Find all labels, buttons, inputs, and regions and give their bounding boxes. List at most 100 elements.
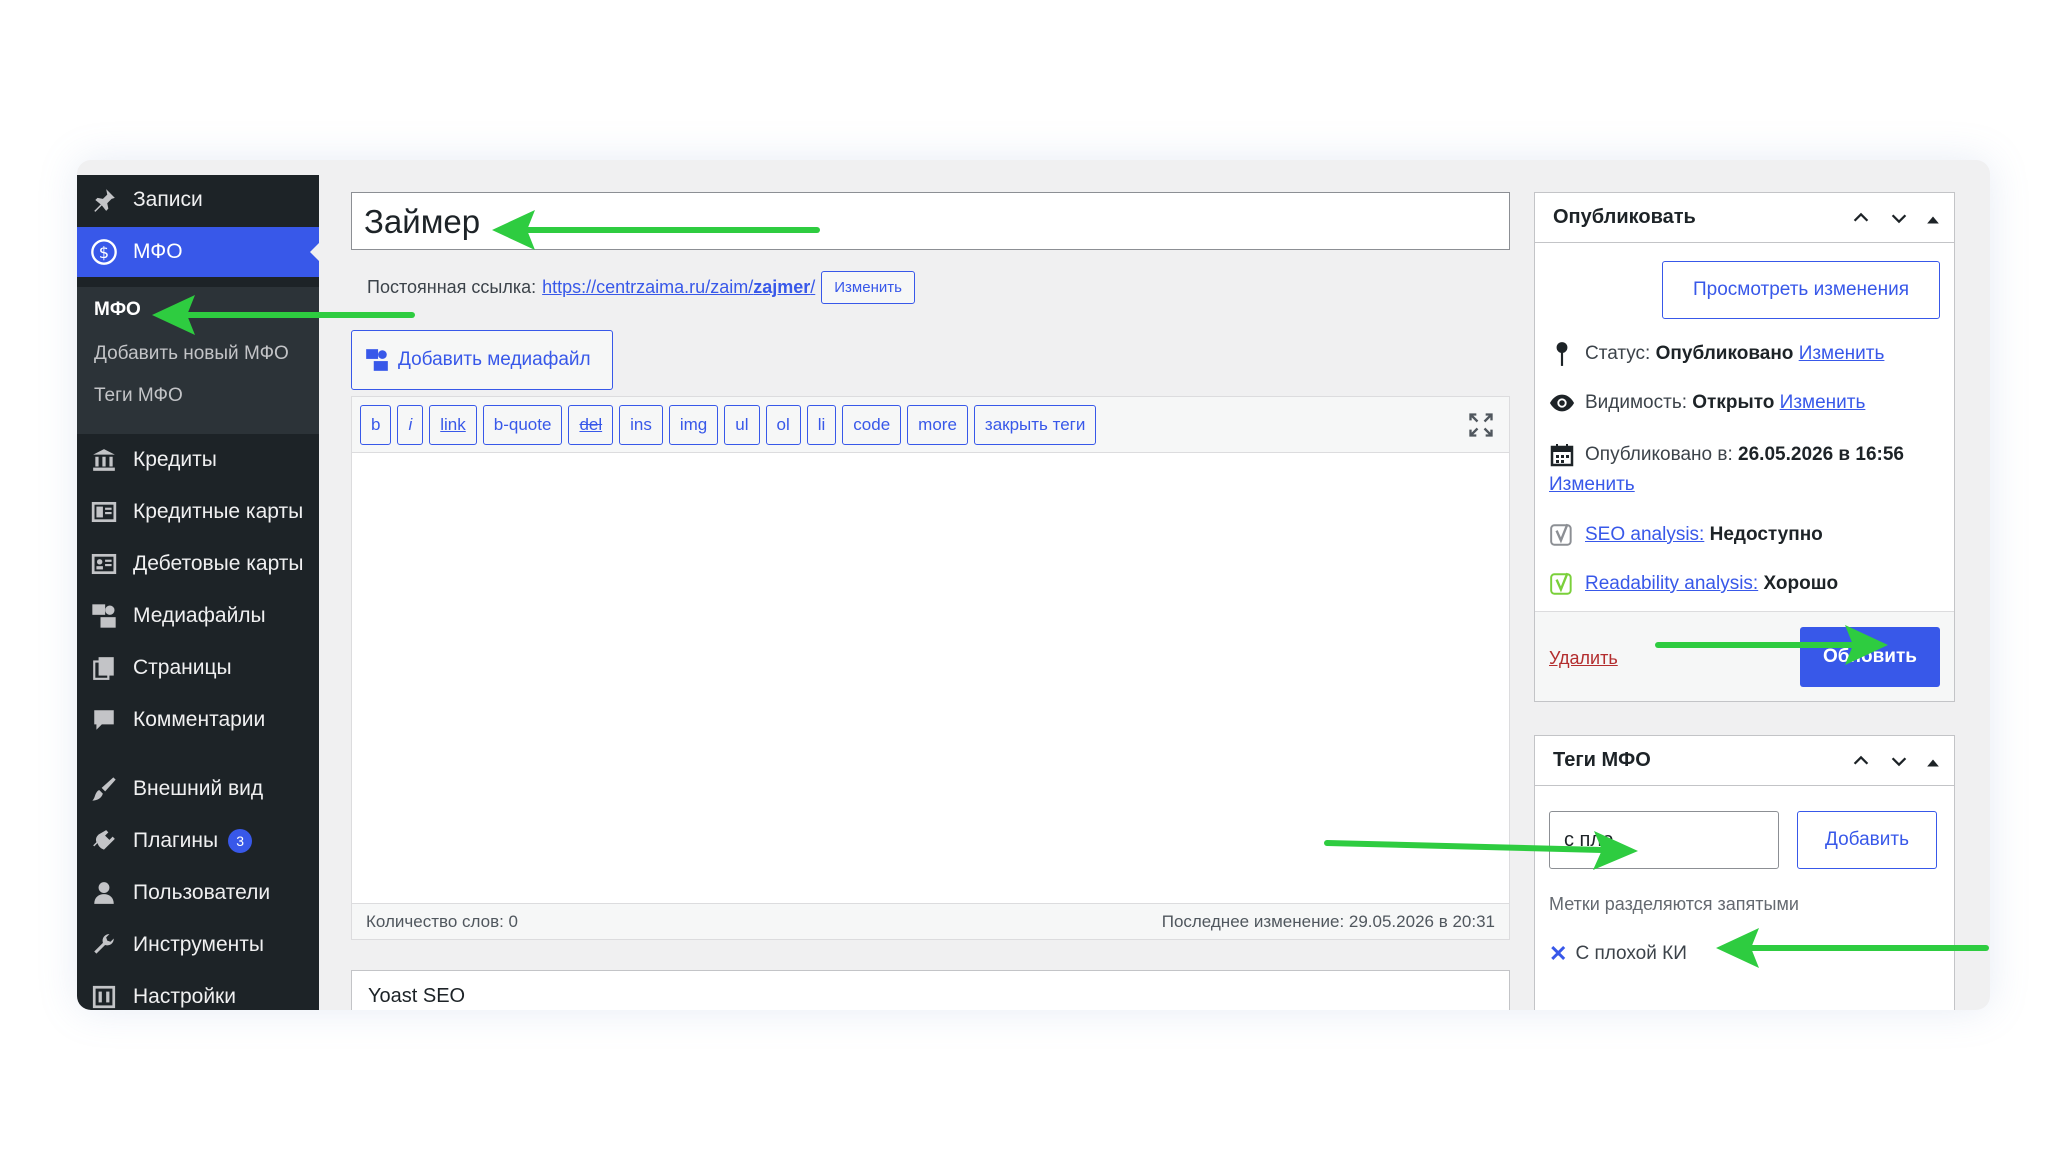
sidebar-item-credits[interactable]: Кредиты bbox=[77, 435, 319, 485]
yoast-readability-icon bbox=[1549, 571, 1575, 597]
chevron-up-icon[interactable] bbox=[1850, 207, 1872, 235]
sidebar-item-label: Инструменты bbox=[133, 933, 264, 956]
qt-img-button[interactable]: img bbox=[668, 404, 719, 445]
sidebar-item-comments[interactable]: Комментарии bbox=[77, 695, 319, 745]
eye-icon bbox=[1549, 393, 1575, 413]
annotation-arrow-tag-chip bbox=[1716, 928, 1989, 968]
settings-icon bbox=[89, 982, 119, 1010]
edit-slug-button[interactable]: Изменить bbox=[821, 271, 915, 304]
card-icon bbox=[89, 497, 119, 527]
remove-tag-icon[interactable]: ✕ bbox=[1549, 941, 1567, 967]
sidebar-item-appearance[interactable]: Внешний вид bbox=[77, 764, 319, 814]
sidebar-item-pages[interactable]: Страницы bbox=[77, 643, 319, 693]
published-date-row: Опубликовано в: 26.05.2026 в 16:56 bbox=[1549, 443, 1904, 467]
yoast-seo-metabox[interactable]: Yoast SEO bbox=[351, 970, 1510, 1010]
seo-row: SEO analysis: Недоступно bbox=[1549, 522, 1823, 548]
sidebar-item-users[interactable]: Пользователи bbox=[77, 868, 319, 918]
chevron-down-icon[interactable] bbox=[1888, 207, 1910, 235]
chevron-down-icon[interactable] bbox=[1888, 750, 1910, 778]
qt-code-button[interactable]: code bbox=[842, 404, 902, 445]
key-icon bbox=[1549, 341, 1575, 367]
user-icon bbox=[89, 878, 119, 908]
edit-visibility-link[interactable]: Изменить bbox=[1780, 392, 1866, 414]
svg-text:$: $ bbox=[99, 243, 109, 262]
tag-chip-label: С плохой КИ bbox=[1575, 943, 1687, 964]
qt-link-button[interactable]: link bbox=[429, 404, 477, 445]
comment-icon bbox=[89, 705, 119, 735]
sidebar-item-settings[interactable]: Настройки bbox=[77, 972, 319, 1010]
calendar-icon bbox=[1549, 443, 1575, 467]
readability-analysis-link[interactable]: Readability analysis: bbox=[1585, 573, 1758, 595]
sidebar-item-label: МФО bbox=[133, 240, 183, 263]
sidebar-item-label: Плагины bbox=[133, 829, 219, 852]
qt-bquote-button[interactable]: b-quote bbox=[482, 404, 563, 445]
sidebar-item-label: Настройки bbox=[133, 985, 236, 1008]
sidebar-item-credit-cards[interactable]: Кредитные карты bbox=[77, 487, 319, 537]
dollar-icon: $ bbox=[89, 237, 119, 267]
brush-icon bbox=[89, 774, 119, 804]
publish-box-title: Опубликовать bbox=[1553, 206, 1696, 228]
edit-status-link[interactable]: Изменить bbox=[1799, 343, 1885, 365]
plugin-icon bbox=[89, 826, 119, 856]
add-tag-button[interactable]: Добавить bbox=[1797, 811, 1937, 869]
annotation-arrow-title bbox=[492, 210, 820, 250]
sidebar-item-posts[interactable]: Записи bbox=[77, 175, 319, 225]
preview-changes-button[interactable]: Просмотреть изменения bbox=[1662, 261, 1940, 319]
media-icon bbox=[89, 601, 119, 631]
qt-italic-button[interactable]: i bbox=[397, 404, 424, 445]
tags-box-title: Теги МФО bbox=[1553, 749, 1651, 771]
yoast-seo-icon bbox=[1549, 522, 1575, 548]
qt-ol-button[interactable]: ol bbox=[765, 404, 801, 445]
sidebar-item-label: Дебетовые карты bbox=[133, 552, 304, 575]
submenu-item-tags[interactable]: Теги МФО bbox=[94, 385, 183, 407]
sidebar-item-debit-cards[interactable]: Дебетовые карты bbox=[77, 539, 319, 589]
publish-box-header: Опубликовать bbox=[1535, 193, 1954, 243]
annotation-arrow-update bbox=[1655, 625, 1888, 665]
id-card-icon bbox=[89, 549, 119, 579]
qt-ul-button[interactable]: ul bbox=[724, 404, 760, 445]
qt-li-button[interactable]: li bbox=[806, 404, 837, 445]
media-icon bbox=[364, 347, 390, 373]
add-media-label: Добавить медиафайл bbox=[398, 349, 591, 370]
permalink-link[interactable]: https://centrzaima.ru/zaim/zajmer/ bbox=[542, 277, 815, 298]
sidebar-item-label: Кредиты bbox=[133, 448, 217, 471]
sidebar-item-media[interactable]: Медиафайлы bbox=[77, 591, 319, 641]
pin-icon bbox=[89, 185, 119, 215]
editor-status-bar: Количество слов: 0 Последнее изменение: … bbox=[352, 903, 1509, 939]
readability-row: Readability analysis: Хорошо bbox=[1549, 571, 1838, 597]
sidebar-item-label: Пользователи bbox=[133, 881, 271, 904]
chevron-up-icon[interactable] bbox=[1850, 750, 1872, 778]
sidebar-item-tools[interactable]: Инструменты bbox=[77, 920, 319, 970]
update-count-badge: 3 bbox=[228, 829, 253, 853]
collapse-triangle-icon[interactable] bbox=[1926, 210, 1940, 233]
bank-icon bbox=[89, 445, 119, 475]
qt-more-button[interactable]: more bbox=[907, 404, 968, 445]
submenu-item-add-new[interactable]: Добавить новый МФО bbox=[94, 343, 289, 365]
qt-bold-button[interactable]: b bbox=[360, 404, 392, 445]
wp-admin-window: Записи $ МФО МФО Добавить новый МФО Теги… bbox=[77, 160, 1990, 1010]
sidebar-item-label: Кредитные карты bbox=[133, 500, 304, 523]
collapse-triangle-icon[interactable] bbox=[1926, 753, 1940, 776]
yoast-box-title: Yoast SEO bbox=[368, 985, 466, 1007]
status-row: Статус: Опубликовано Изменить bbox=[1549, 341, 1884, 367]
qt-close-tags-button[interactable]: закрыть теги bbox=[973, 404, 1097, 445]
annotation-arrow-submenu bbox=[152, 295, 415, 335]
sidebar-item-label: Внешний вид bbox=[133, 777, 264, 800]
visibility-row: Видимость: Открыто Изменить bbox=[1549, 392, 1865, 414]
wrench-icon bbox=[89, 930, 119, 960]
tag-chip: ✕ С плохой КИ bbox=[1549, 941, 1687, 967]
last-edit: Последнее изменение: 29.05.2026 в 20:31 bbox=[1161, 911, 1495, 931]
delete-link[interactable]: Удалить bbox=[1549, 648, 1618, 669]
edit-date-link[interactable]: Изменить bbox=[1549, 474, 1635, 496]
sidebar-item-label: Медиафайлы bbox=[133, 604, 266, 627]
tags-box-header: Теги МФО bbox=[1535, 736, 1954, 786]
sidebar-item-plugins[interactable]: Плагины 3 bbox=[77, 816, 319, 866]
submenu-item-mfo[interactable]: МФО bbox=[94, 299, 141, 321]
sidebar-item-mfo[interactable]: $ МФО bbox=[77, 227, 319, 277]
qt-del-button[interactable]: del bbox=[568, 404, 614, 445]
qt-ins-button[interactable]: ins bbox=[619, 404, 663, 445]
fullscreen-icon[interactable] bbox=[1467, 411, 1495, 444]
annotation-arrow-tag-input bbox=[1324, 831, 1638, 870]
word-count: Количество слов: 0 bbox=[366, 911, 519, 931]
seo-analysis-link[interactable]: SEO analysis: bbox=[1585, 524, 1704, 546]
